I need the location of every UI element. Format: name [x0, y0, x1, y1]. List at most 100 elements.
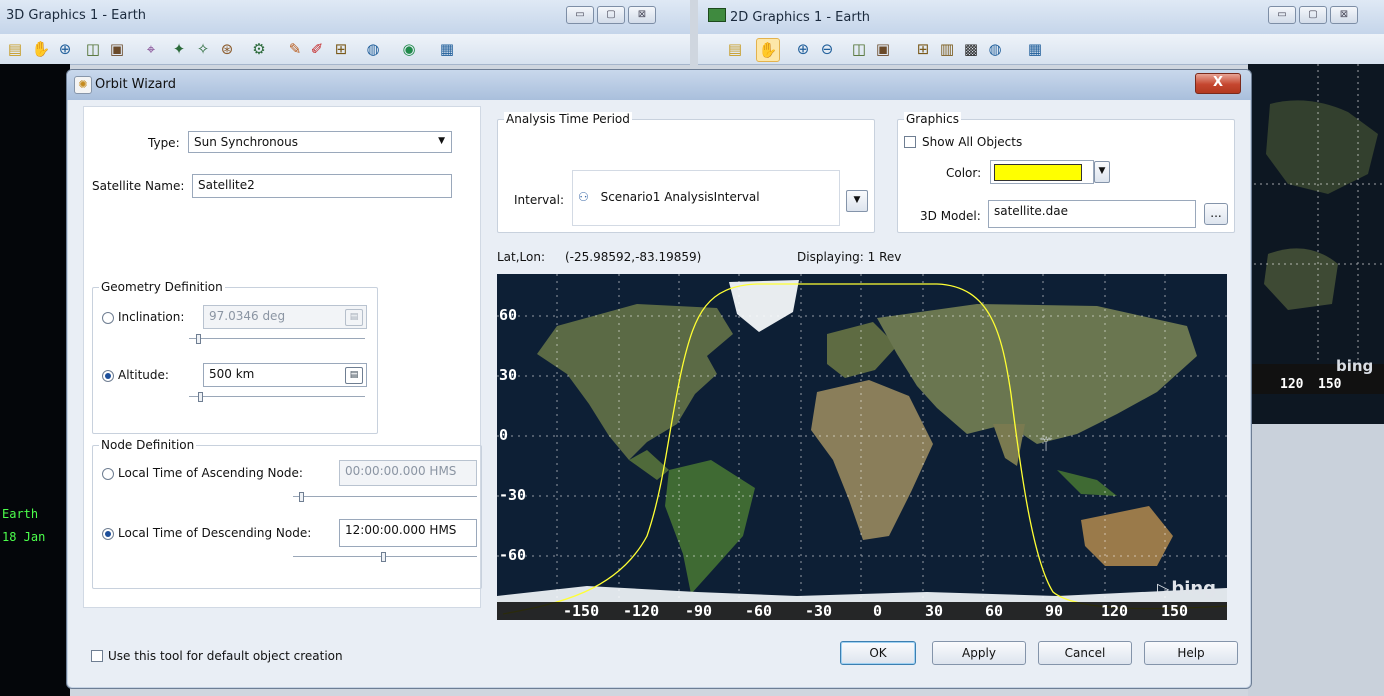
altitude-slider[interactable] [189, 392, 365, 402]
altitude-value: 500 km [209, 367, 255, 381]
date-label: 18 Jan [2, 530, 46, 544]
color-dropdown-button[interactable]: ▼ [1094, 161, 1110, 183]
x-axis-tick: -150 [563, 602, 600, 620]
fly-to-icon[interactable]: ✦ [168, 38, 190, 60]
interval-field[interactable]: ⚇ Scenario1 AnalysisInterval [572, 170, 840, 226]
apply-button[interactable]: Apply [932, 641, 1026, 665]
grid-icon[interactable]: ▥ [936, 38, 958, 60]
ascending-node-field[interactable]: 00:00:00.000 HMS [339, 460, 477, 486]
close-button[interactable]: X [1195, 73, 1241, 94]
pan-hand-icon[interactable]: ✋ [756, 38, 780, 62]
snapshot-icon[interactable]: ◫ [848, 38, 870, 60]
red-pencil-icon[interactable]: ✐ [306, 38, 328, 60]
orbit-preview-map[interactable]: ⚚ 60 30 0 -30 -60 -150 -120 -90 -60 -30 … [497, 274, 1227, 620]
x-axis-tick: 90 [1045, 602, 1064, 620]
inclination-field[interactable]: 97.0346 deg ▤ [203, 305, 367, 329]
record-icon[interactable]: ▣ [106, 38, 128, 60]
descending-node-value: 12:00:00.000 HMS [345, 523, 457, 537]
calculator-icon[interactable]: ▤ [345, 367, 363, 384]
calculator-icon[interactable]: ▤ [345, 309, 363, 326]
inclination-slider[interactable] [189, 334, 365, 344]
type-value: Sun Synchronous [194, 135, 298, 149]
x-axis-tick: 0 [873, 602, 883, 620]
bing-b-icon: ▷ [1157, 579, 1170, 598]
slider-thumb[interactable] [198, 392, 203, 402]
y-axis-tick: -30 [499, 486, 527, 504]
snapshot-icon[interactable]: ◫ [82, 38, 104, 60]
color-label: Color: [946, 166, 982, 180]
zoom-icon[interactable]: ⊕ [54, 38, 76, 60]
default-tool-checkbox[interactable] [91, 650, 103, 662]
ascending-node-slider[interactable] [293, 492, 477, 502]
dialog-titlebar[interactable]: ✺ Orbit Wizard X [67, 70, 1251, 100]
color-picker[interactable] [990, 160, 1094, 184]
record-icon[interactable]: ▣ [872, 38, 894, 60]
x-axis-tick: -30 [805, 602, 833, 620]
chevron-down-icon: ▼ [438, 136, 445, 146]
close-button[interactable]: ⊠ [628, 6, 656, 24]
ascending-node-radio[interactable] [102, 468, 114, 480]
satellite-name-field[interactable]: Satellite2 [192, 174, 452, 198]
axis-tick: 150 [1318, 377, 1342, 392]
zoom-in-icon[interactable]: ⊕ [792, 38, 814, 60]
slider-thumb[interactable] [381, 552, 386, 562]
map-icon[interactable]: ▦ [1024, 38, 1046, 60]
view-from-icon[interactable]: ⌖ [140, 38, 162, 60]
window-2d-toolbar: ▤ ✋ ⊕ ⊖ ◫ ▣ ⊞ ▥ ▩ ◍ ▦ [698, 34, 1384, 65]
window-2d-title-text: 2D Graphics 1 - Earth [730, 10, 871, 25]
properties-icon[interactable]: ▤ [4, 38, 26, 60]
orbit-wizard-icon: ✺ [74, 76, 92, 94]
2d-view-area[interactable]: bing 120 150 [1248, 64, 1384, 424]
scale-icon[interactable]: ⊞ [330, 38, 352, 60]
descending-node-label: Local Time of Descending Node: [118, 526, 312, 540]
x-axis-tick: 60 [985, 602, 1004, 620]
graphics-group: Graphics Show All Objects Color: ▼ 3D Mo… [897, 112, 1235, 233]
interval-dropdown-button[interactable]: ▼ [846, 190, 868, 212]
chevron-down-icon: ▼ [1098, 166, 1106, 176]
close-button[interactable]: ⊠ [1330, 6, 1358, 24]
zoom-out-icon[interactable]: ⊖ [816, 38, 838, 60]
layers-icon[interactable]: ▩ [960, 38, 982, 60]
help-button[interactable]: Help [1144, 641, 1238, 665]
show-all-objects-checkbox[interactable] [904, 136, 916, 148]
altitude-field[interactable]: 500 km ▤ [203, 363, 367, 387]
ok-button[interactable]: OK [840, 641, 916, 665]
maximize-button[interactable]: ▢ [1299, 6, 1327, 24]
scale-icon[interactable]: ⊞ [912, 38, 934, 60]
y-axis-tick: 60 [499, 306, 518, 324]
3d-model-field[interactable]: satellite.dae [988, 200, 1196, 228]
properties-icon[interactable]: ▤ [724, 38, 746, 60]
orbit-icon[interactable]: ✧ [192, 38, 214, 60]
maximize-button[interactable]: ▢ [597, 6, 625, 24]
3d-model-value: satellite.dae [994, 204, 1068, 218]
satellite-icon[interactable]: ⚚ [1037, 432, 1055, 456]
map-icon[interactable]: ▦ [436, 38, 458, 60]
browse-button[interactable]: ... [1204, 203, 1228, 225]
orbit-wizard-dialog: ✺ Orbit Wizard X Type: Sun Synchronous ▼… [66, 69, 1252, 689]
descending-node-field[interactable]: 12:00:00.000 HMS [339, 519, 477, 547]
pan-hand-icon[interactable]: ✋ [30, 38, 52, 60]
3d-view-area[interactable]: Earth 18 Jan [0, 64, 70, 696]
type-dropdown[interactable]: Sun Synchronous ▼ [188, 131, 452, 153]
3d-model-label: 3D Model: [920, 209, 981, 223]
color-swatch [994, 164, 1082, 181]
minimize-button[interactable]: ▭ [1268, 6, 1296, 24]
x-axis-tick: -120 [623, 602, 660, 620]
descending-node-slider[interactable] [293, 552, 477, 562]
minimize-button[interactable]: ▭ [566, 6, 594, 24]
pencil-icon[interactable]: ✎ [284, 38, 306, 60]
window-2d-titlebar: 2D Graphics 1 - Earth ▭ ▢ ⊠ [698, 0, 1384, 35]
earth-icon[interactable]: ◉ [398, 38, 420, 60]
inclination-radio[interactable] [102, 312, 114, 324]
chevron-down-icon: ▼ [853, 195, 861, 205]
globe-icon[interactable]: ◍ [984, 38, 1006, 60]
measure-icon[interactable]: ⚙ [248, 38, 270, 60]
inclination-value: 97.0346 deg [209, 309, 286, 323]
slider-thumb[interactable] [196, 334, 201, 344]
globe-icon[interactable]: ◍ [362, 38, 384, 60]
descending-node-radio[interactable] [102, 528, 114, 540]
slider-thumb[interactable] [299, 492, 304, 502]
target-icon[interactable]: ⊛ [216, 38, 238, 60]
altitude-radio[interactable] [102, 370, 114, 382]
cancel-button[interactable]: Cancel [1038, 641, 1132, 665]
